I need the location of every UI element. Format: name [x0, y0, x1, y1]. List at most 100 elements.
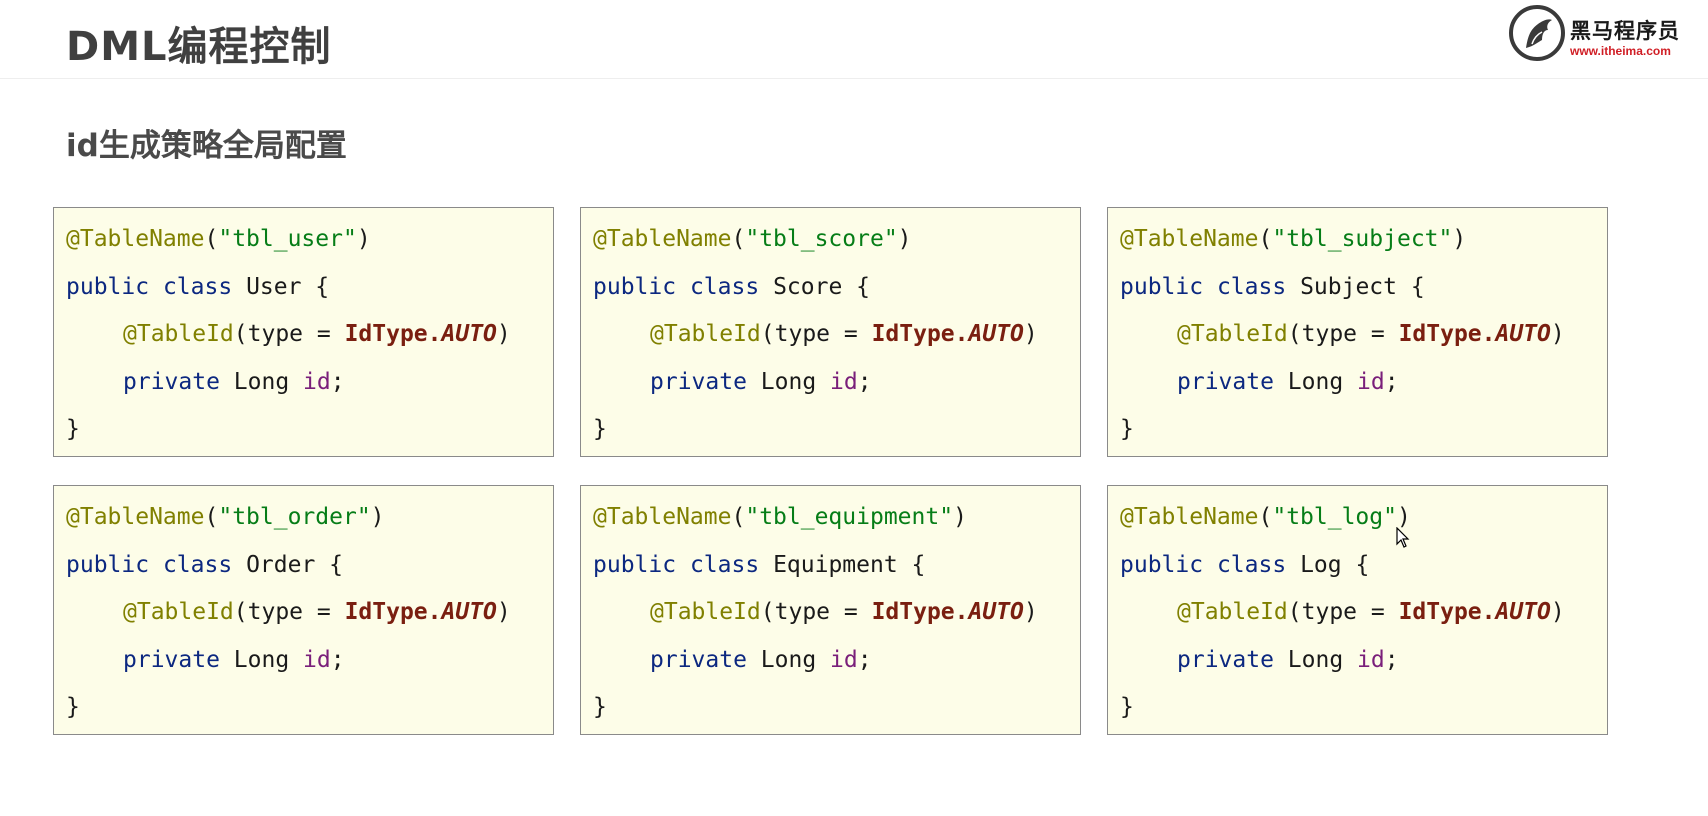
table-id-annotation: @TableId	[650, 321, 761, 347]
class-keyword: class	[689, 551, 760, 578]
type-param: (type =	[760, 321, 872, 347]
id-field: id	[830, 368, 858, 395]
mouse-cursor-icon	[1396, 527, 1410, 548]
class-keyword: class	[1216, 273, 1287, 300]
idtype-class: IdType.	[871, 321, 969, 347]
table-name-annotation: @TableName	[66, 226, 205, 252]
type-param: (type =	[233, 599, 345, 625]
semicolon: ;	[1384, 368, 1399, 395]
semicolon: ;	[1384, 646, 1399, 673]
code-card: @TableName("tbl_score") public class Scor…	[580, 207, 1081, 457]
public-keyword: public	[593, 551, 677, 578]
closing-brace: }	[593, 416, 607, 442]
closing-brace: }	[593, 694, 607, 720]
table-name-string: "tbl_subject"	[1272, 226, 1453, 252]
id-field: id	[303, 368, 331, 395]
class-name: Log	[1300, 551, 1342, 578]
code-line: private Long id;	[66, 643, 553, 691]
close-paren: )	[1550, 599, 1565, 625]
type-param: (type =	[760, 599, 872, 625]
close-paren: )	[496, 321, 511, 347]
public-keyword: public	[1120, 273, 1204, 300]
long-type: Long	[760, 646, 817, 673]
code-line: @TableName("tbl_subject")	[1120, 226, 1467, 252]
type-param: (type =	[1287, 321, 1399, 347]
table-name-string: "tbl_user"	[218, 226, 357, 252]
class-name: Score	[773, 273, 843, 300]
close-paren: )	[1023, 599, 1038, 625]
code-line: @TableId(type = IdType.AUTO)	[66, 317, 553, 365]
code-card: @TableName("tbl_user")public class User …	[53, 207, 554, 457]
table-id-annotation: @TableId	[650, 599, 761, 625]
auto-enum: AUTO	[968, 599, 1024, 625]
table-name-string: "tbl_equipment"	[745, 504, 954, 530]
table-name-annotation: @TableName	[593, 226, 732, 252]
close-paren: )	[1452, 226, 1467, 252]
semicolon: ;	[857, 646, 872, 673]
code-line: @TableName("tbl_score")	[593, 226, 912, 252]
type-param: (type =	[1287, 599, 1399, 625]
closing-brace: }	[66, 416, 80, 442]
code-line: }	[1120, 412, 1607, 460]
id-field: id	[830, 646, 858, 673]
private-keyword: private	[123, 368, 220, 395]
close-paren: )	[356, 226, 371, 252]
class-name: User	[246, 273, 302, 300]
code-line: @TableName("tbl_log")	[1120, 504, 1411, 530]
brand-logo: 黑马程序员 www.itheima.com	[1508, 4, 1698, 70]
code-line: @TableName("tbl_equipment")	[593, 504, 967, 530]
code-line: private Long id;	[1120, 643, 1607, 691]
class-name: Equipment	[773, 551, 898, 578]
code-line: @TableId(type = IdType.AUTO)	[593, 317, 1080, 365]
class-name: Order	[246, 551, 316, 578]
id-field: id	[303, 646, 331, 673]
public-keyword: public	[66, 273, 150, 300]
logo-text: 黑马程序员	[1570, 19, 1680, 43]
private-keyword: private	[650, 646, 747, 673]
auto-enum: AUTO	[968, 321, 1024, 347]
id-field: id	[1357, 368, 1385, 395]
idtype-class: IdType.	[871, 599, 969, 625]
code-line: }	[593, 412, 1080, 460]
auto-enum: AUTO	[1495, 599, 1551, 625]
class-keyword: class	[162, 273, 233, 300]
long-type: Long	[233, 368, 290, 395]
page-header: DML编程控制 黑马程序员 www.itheima.com	[0, 0, 1708, 79]
close-paren: )	[1550, 321, 1565, 347]
code-line: public class Subject {	[1120, 273, 1425, 300]
code-line: public class Equipment {	[593, 551, 926, 578]
closing-brace: }	[66, 694, 80, 720]
code-line: @TableId(type = IdType.AUTO)	[1120, 317, 1607, 365]
table-name-annotation: @TableName	[66, 504, 205, 530]
table-id-annotation: @TableId	[1177, 599, 1288, 625]
table-name-string: "tbl_score"	[745, 226, 898, 252]
long-type: Long	[233, 646, 290, 673]
type-param: (type =	[233, 321, 345, 347]
table-name-annotation: @TableName	[1120, 504, 1259, 530]
private-keyword: private	[1177, 368, 1274, 395]
class-name: Subject	[1300, 273, 1397, 300]
code-line: public class User {	[66, 273, 330, 300]
code-line: public class Log {	[1120, 551, 1370, 578]
idtype-class: IdType.	[344, 321, 442, 347]
code-line: @TableId(type = IdType.AUTO)	[66, 595, 553, 643]
table-name-string: "tbl_order"	[218, 504, 371, 530]
code-card: @TableName("tbl_equipment")public class …	[580, 485, 1081, 735]
private-keyword: private	[123, 646, 220, 673]
public-keyword: public	[593, 273, 677, 300]
auto-enum: AUTO	[441, 321, 497, 347]
table-id-annotation: @TableId	[123, 321, 234, 347]
class-keyword: class	[162, 551, 233, 578]
table-id-annotation: @TableId	[1177, 321, 1288, 347]
code-line: }	[593, 690, 1080, 738]
code-line: private Long id;	[593, 365, 1080, 413]
semicolon: ;	[330, 368, 345, 395]
long-type: Long	[1287, 646, 1344, 673]
table-id-annotation: @TableId	[123, 599, 234, 625]
code-line: private Long id;	[66, 365, 553, 413]
page-title: DML编程控制	[66, 24, 332, 70]
logo-url: www.itheima.com	[1570, 44, 1671, 58]
closing-brace: }	[1120, 416, 1134, 442]
idtype-class: IdType.	[344, 599, 442, 625]
code-line: @TableName("tbl_user")	[66, 226, 371, 252]
